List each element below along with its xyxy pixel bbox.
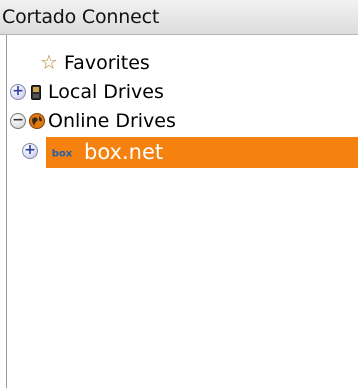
tree-item-label: Local Drives bbox=[48, 81, 164, 103]
globe-icon bbox=[29, 113, 45, 129]
tree-item-label: box.net bbox=[84, 140, 164, 164]
tree-item-label: Favorites bbox=[64, 52, 150, 74]
svg-text:box: box bbox=[52, 149, 73, 160]
tree-item-label: Online Drives bbox=[48, 110, 176, 132]
box-logo-icon: box bbox=[48, 146, 76, 159]
star-icon: ☆ bbox=[40, 50, 58, 74]
cortado-connect-screen: Cortado Connect ☆ Favorites + Local Driv… bbox=[0, 0, 358, 388]
tree-item-favorites[interactable]: ☆ Favorites bbox=[0, 49, 358, 79]
phone-icon bbox=[31, 85, 41, 100]
collapse-icon[interactable]: − bbox=[10, 113, 26, 129]
tree-item-local-drives[interactable]: + Local Drives bbox=[0, 78, 358, 108]
app-title: Cortado Connect bbox=[0, 0, 358, 35]
expand-icon[interactable]: + bbox=[10, 84, 26, 100]
expand-icon[interactable]: + bbox=[22, 143, 38, 159]
tree-item-box-net[interactable]: + box box.net bbox=[0, 137, 358, 168]
tree-item-online-drives[interactable]: − Online Drives bbox=[0, 107, 358, 137]
